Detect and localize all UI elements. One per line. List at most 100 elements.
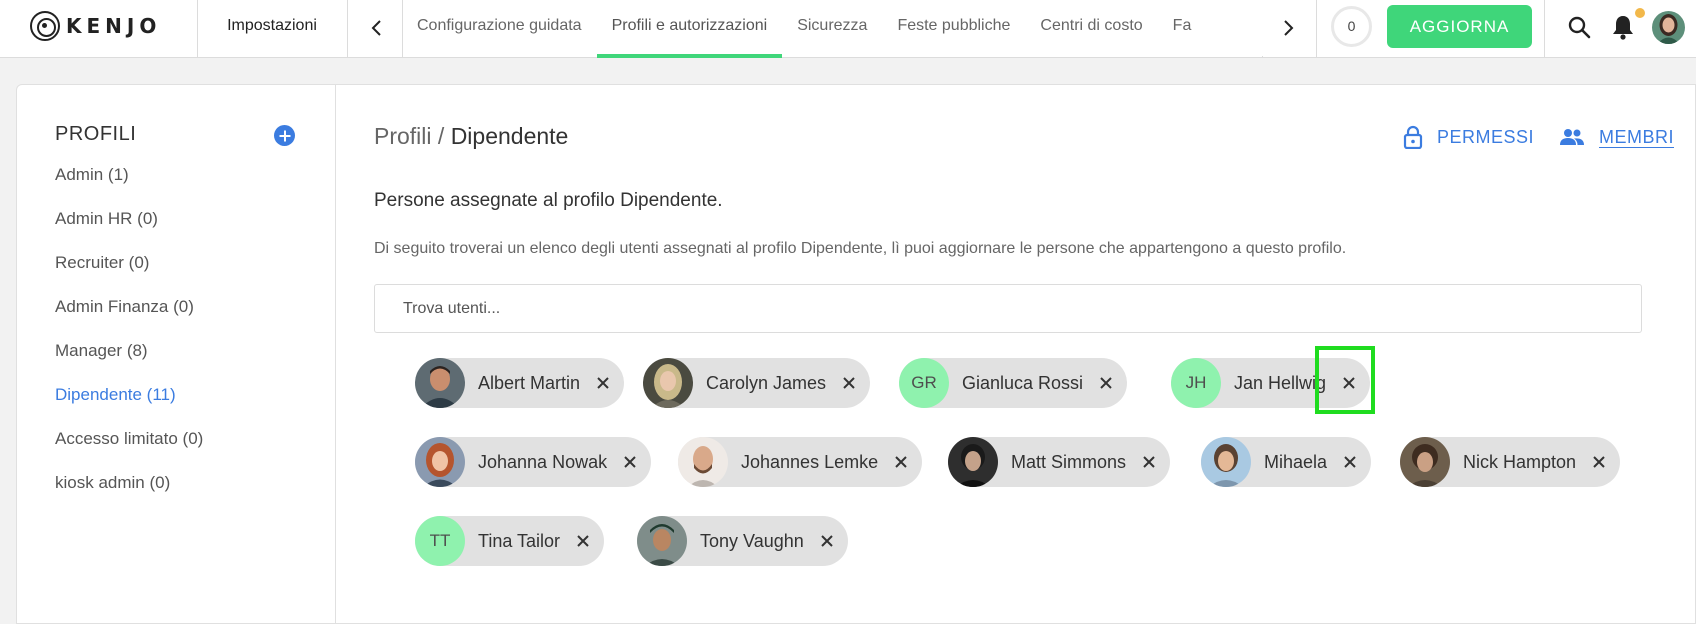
divider <box>347 0 348 58</box>
close-icon <box>597 377 609 389</box>
avatar <box>415 358 465 408</box>
member-name: Matt Simmons <box>1011 451 1127 472</box>
avatar <box>948 437 998 487</box>
members-link[interactable]: MEMBRI <box>1559 127 1674 148</box>
lock-icon <box>1403 125 1423 149</box>
chevron-right-icon <box>1284 20 1294 36</box>
avatar-initials: GR <box>899 358 949 408</box>
profiles-sidebar: PROFILI Admin (1) Admin HR (0) Recruiter… <box>17 85 336 623</box>
avatar <box>415 437 465 487</box>
person-photo-icon <box>637 516 687 566</box>
close-icon <box>895 456 907 468</box>
top-bar: KENJO Impostazioni Configurazione guidat… <box>0 0 1696 58</box>
member-name: Johannes Lemke <box>741 451 879 472</box>
sidebar-item-recruiter[interactable]: Recruiter (0) <box>55 252 203 296</box>
avatar <box>1400 437 1450 487</box>
sidebar-item-admin-hr[interactable]: Admin HR (0) <box>55 208 203 252</box>
breadcrumb-root[interactable]: Profili / <box>374 123 444 149</box>
person-photo-icon <box>678 437 728 487</box>
avatar <box>678 437 728 487</box>
user-avatar[interactable] <box>1652 11 1685 44</box>
kenjo-logo[interactable]: KENJO <box>30 11 161 41</box>
remove-member-button[interactable] <box>1341 453 1359 471</box>
close-icon <box>624 456 636 468</box>
tab-configurazione-guidata[interactable]: Configurazione guidata <box>402 0 597 58</box>
avatar <box>637 516 687 566</box>
member-name: Carolyn James <box>706 372 827 393</box>
kenjo-logo-icon <box>30 11 60 41</box>
close-icon <box>1343 377 1355 389</box>
member-name: Nick Hampton <box>1463 451 1577 472</box>
search-button[interactable] <box>1562 10 1596 44</box>
member-chip: TT Tina Tailor <box>415 516 605 566</box>
avatar <box>643 358 693 408</box>
close-icon <box>1143 456 1155 468</box>
sidebar-item-dipendente[interactable]: Dipendente (11) <box>55 384 203 428</box>
sidebar-item-accesso-limitato[interactable]: Accesso limitato (0) <box>55 428 203 472</box>
section-title: Persone assegnate al profilo Dipendente. <box>374 190 723 211</box>
member-name: Tina Tailor <box>478 530 561 551</box>
settings-tabs: Configurazione guidata Profili e autoriz… <box>402 0 1262 58</box>
chevron-left-icon <box>371 20 381 36</box>
tab-truncated[interactable]: Fa <box>1158 0 1207 58</box>
remove-member-button[interactable] <box>892 453 910 471</box>
close-icon <box>1593 456 1605 468</box>
divider <box>1316 0 1317 58</box>
member-chip: Mihaela <box>1201 437 1372 487</box>
close-icon <box>1344 456 1356 468</box>
person-photo-icon <box>1400 437 1450 487</box>
add-profile-button[interactable] <box>274 125 295 146</box>
member-name: Johanna Nowak <box>478 451 608 472</box>
member-chip: Matt Simmons <box>948 437 1171 487</box>
notification-badge <box>1635 8 1645 18</box>
sidebar-item-admin-finanza[interactable]: Admin Finanza (0) <box>55 296 203 340</box>
remove-member-button[interactable] <box>818 532 836 550</box>
bell-icon <box>1613 16 1633 40</box>
remove-member-button[interactable] <box>594 374 612 392</box>
profiles-heading: PROFILI <box>55 123 137 145</box>
tab-feste-pubbliche[interactable]: Feste pubbliche <box>882 0 1025 58</box>
remove-member-button[interactable] <box>840 374 858 392</box>
pending-changes-counter: 0 <box>1331 6 1372 47</box>
sidebar-item-admin[interactable]: Admin (1) <box>55 164 203 208</box>
profiles-list: Admin (1) Admin HR (0) Recruiter (0) Adm… <box>55 164 203 516</box>
breadcrumb: Profili / Dipendente <box>374 123 568 150</box>
people-icon <box>1560 129 1584 145</box>
member-name: Jan Hellwig <box>1234 372 1327 393</box>
update-button[interactable]: AGGIORNA <box>1387 5 1532 48</box>
close-icon <box>1100 377 1112 389</box>
tab-sicurezza[interactable]: Sicurezza <box>782 0 882 58</box>
member-name: Mihaela <box>1264 451 1328 472</box>
find-users-input[interactable] <box>374 284 1642 333</box>
close-icon <box>577 535 589 547</box>
section-description: Di seguito troverai un elenco degli uten… <box>374 240 1347 257</box>
member-chip: Nick Hampton <box>1400 437 1621 487</box>
user-photo-icon <box>1652 11 1685 44</box>
remove-member-button[interactable] <box>1097 374 1115 392</box>
members-label: MEMBRI <box>1599 126 1674 147</box>
member-chip: JH Jan Hellwig <box>1171 358 1371 408</box>
sidebar-item-manager[interactable]: Manager (8) <box>55 340 203 384</box>
permissions-link[interactable]: PERMESSI <box>1403 125 1534 149</box>
tab-centri-di-costo[interactable]: Centri di costo <box>1025 0 1157 58</box>
person-photo-icon <box>415 437 465 487</box>
sidebar-item-kiosk-admin[interactable]: kiosk admin (0) <box>55 472 203 516</box>
profiles-card: PROFILI Admin (1) Admin HR (0) Recruiter… <box>16 84 1696 624</box>
close-icon <box>843 377 855 389</box>
member-name: Albert Martin <box>478 372 581 393</box>
tabs-scroll-right-button[interactable] <box>1261 0 1315 56</box>
breadcrumb-current: Dipendente <box>450 123 569 149</box>
remove-member-button[interactable] <box>574 532 592 550</box>
tab-profili-autorizzazioni[interactable]: Profili e autorizzazioni <box>596 0 783 58</box>
remove-member-button[interactable] <box>1340 374 1358 392</box>
tabs-scroll-left-button[interactable] <box>350 0 404 56</box>
divider <box>1544 0 1545 58</box>
search-icon <box>1568 16 1591 39</box>
remove-member-button[interactable] <box>1590 453 1608 471</box>
settings-title: Impostazioni <box>227 17 317 34</box>
profile-detail: Profili / Dipendente PERMESSI MEMBRI Per… <box>374 85 1674 623</box>
remove-member-button[interactable] <box>621 453 639 471</box>
avatar-initials: TT <box>415 516 465 566</box>
member-chip: Johanna Nowak <box>415 437 652 487</box>
remove-member-button[interactable] <box>1140 453 1158 471</box>
